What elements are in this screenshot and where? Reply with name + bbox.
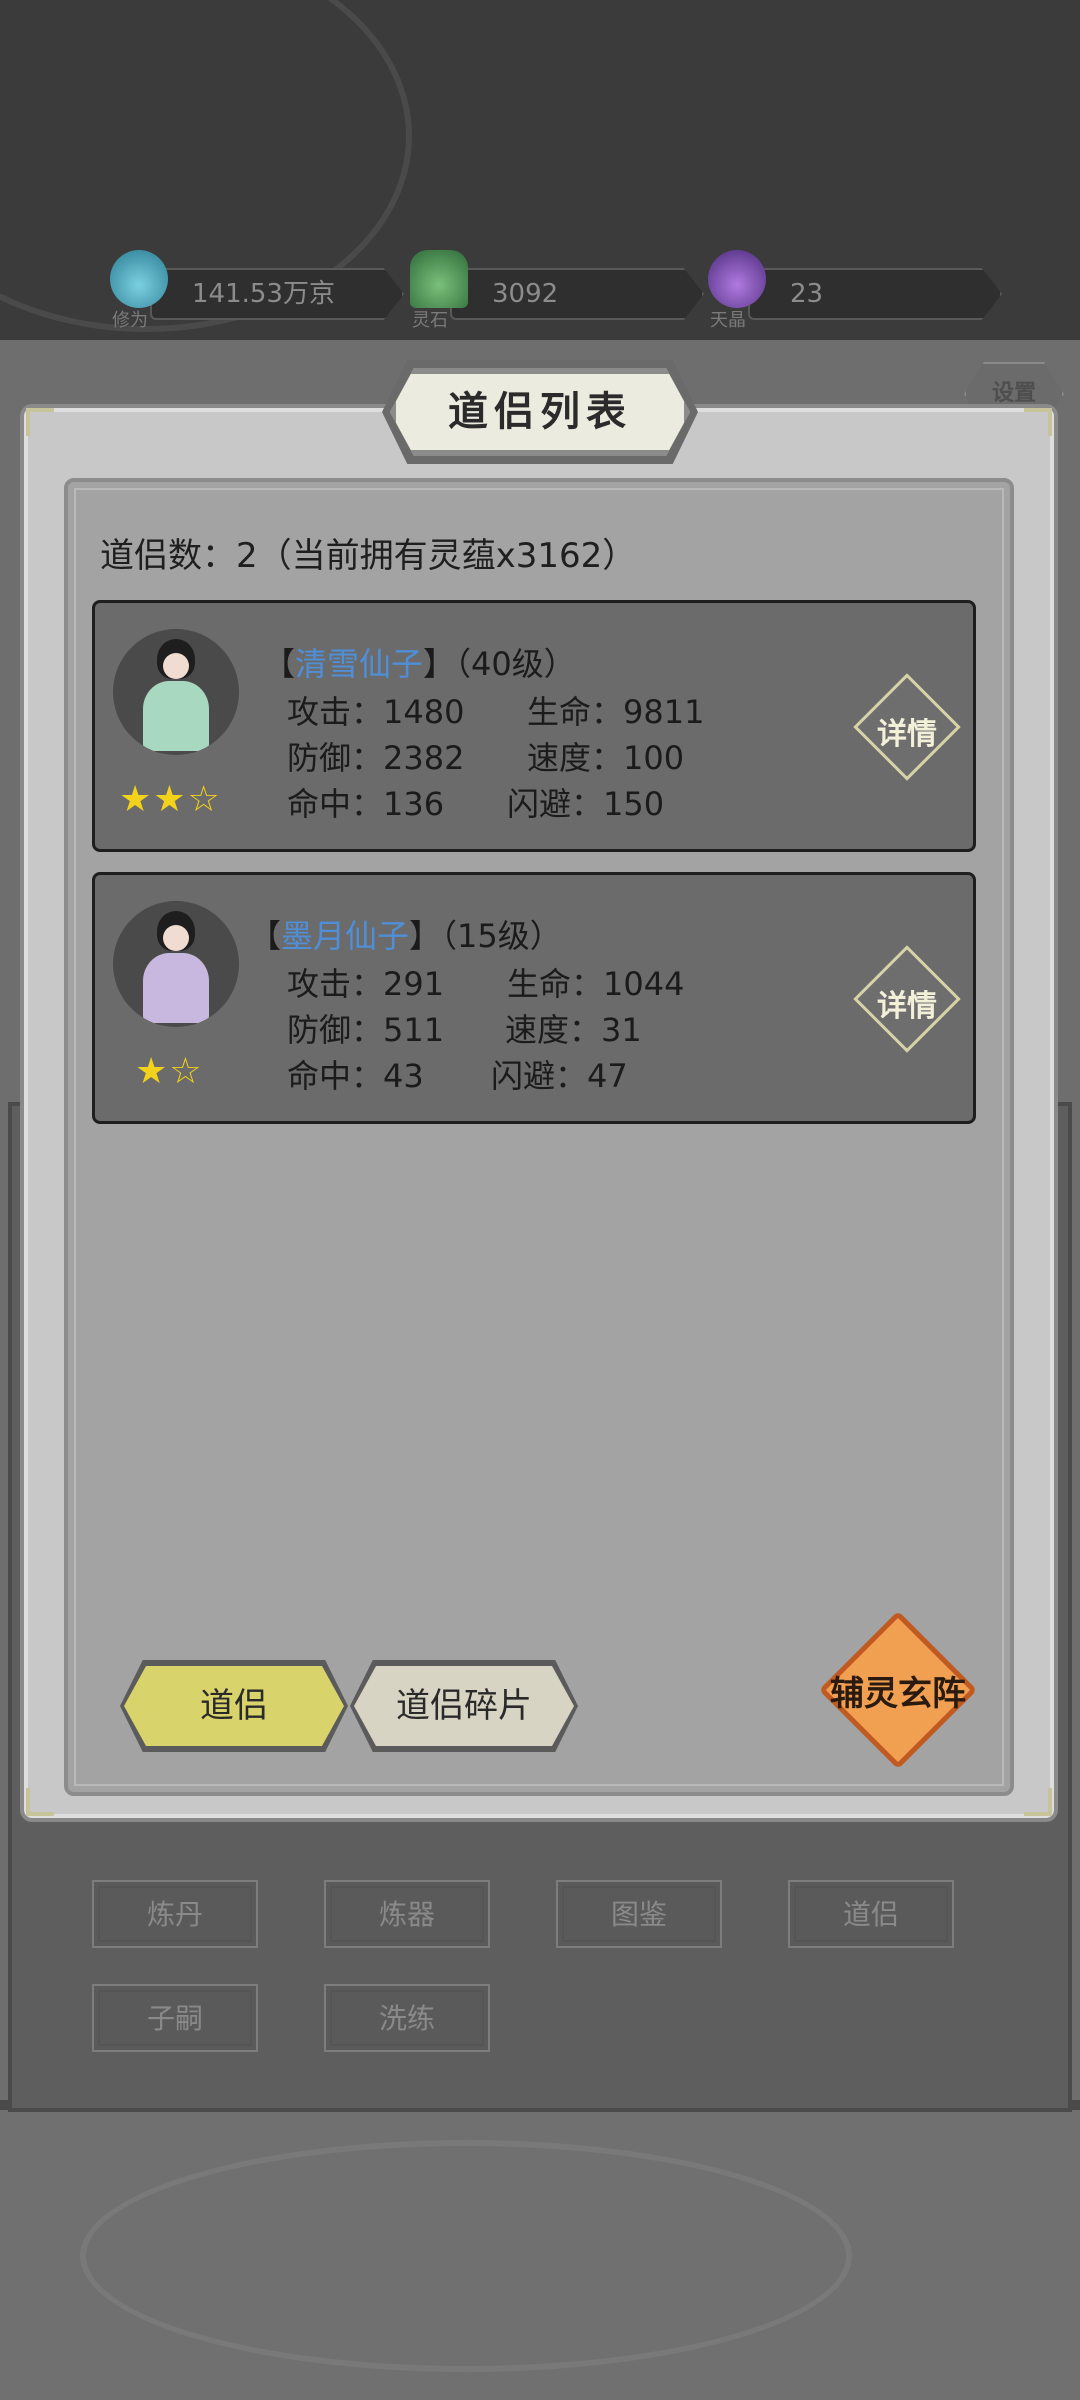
menu-offspring-button[interactable]: 子嗣 — [92, 1984, 258, 2052]
resource-spirit-stone: 3092 灵石 — [410, 250, 710, 331]
menu-forging-button[interactable]: 炼器 — [324, 1880, 490, 1948]
corner-ornament — [26, 408, 54, 436]
formation-label: 辅灵玄阵 — [830, 1674, 966, 1714]
resource-label: 天晶 — [710, 310, 746, 331]
corner-ornament — [26, 1788, 54, 1816]
name-bracket: 】 — [423, 645, 456, 683]
menu-codex-button[interactable]: 图鉴 — [556, 1880, 722, 1948]
cloud-decoration — [80, 2140, 852, 2372]
menu-companion-button[interactable]: 道侣 — [788, 1880, 954, 1948]
detail-button[interactable]: 详情 — [851, 671, 963, 783]
name-bracket: 【 — [263, 645, 296, 683]
corner-ornament — [1024, 408, 1052, 436]
companion-level: （40级） — [455, 645, 576, 683]
resource-sky-crystal: 23 天晶 — [708, 250, 1008, 331]
star-rating: ★★☆ — [119, 779, 222, 820]
stat-attack: 攻击：1480 — [287, 693, 465, 731]
resource-value: 3092 — [450, 268, 704, 320]
resource-cultivation: 141.53万京 修为 — [110, 250, 410, 331]
spirit-formation-button[interactable]: 辅灵玄阵 — [816, 1608, 980, 1772]
stat-defense: 防御：511 — [287, 1011, 445, 1049]
companion-card: ★☆ 【墨月仙子】（15级） 攻击：291 生命：1044 防御：511 速度：… — [92, 872, 976, 1124]
dialog-title: 道侣列表 — [390, 368, 690, 456]
resource-label: 灵石 — [412, 310, 448, 331]
resource-value: 141.53万京 — [150, 268, 404, 320]
stat-hp: 生命：9811 — [527, 693, 705, 731]
stat-speed: 速度：31 — [505, 1011, 642, 1049]
avatar-robe — [143, 681, 209, 751]
resource-label: 修为 — [112, 310, 148, 331]
companion-avatar — [113, 901, 239, 1027]
menu-refine-button[interactable]: 洗练 — [324, 1984, 490, 2052]
detail-button[interactable]: 详情 — [851, 943, 963, 1055]
stat-speed: 速度：100 — [527, 739, 685, 777]
companion-name-line: 【墨月仙子】（15级） — [249, 911, 562, 957]
avatar-face — [163, 653, 189, 679]
spirit-stone-icon — [410, 250, 468, 308]
companion-count: 道侣数：2（当前拥有灵蕴x3162） — [100, 536, 637, 576]
avatar-robe — [143, 953, 209, 1023]
stat-hit: 命中：43 — [287, 1057, 424, 1095]
detail-label: 详情 — [877, 717, 937, 752]
detail-label: 详情 — [877, 989, 937, 1024]
companion-name-line: 【清雪仙子】（40级） — [263, 639, 576, 685]
stat-defense: 防御：2382 — [287, 739, 465, 777]
tab-companion[interactable]: 道侣 — [124, 1666, 344, 1746]
star-rating: ★☆ — [135, 1051, 204, 1092]
companion-level: （15级） — [441, 917, 562, 955]
sky-crystal-icon — [708, 250, 766, 308]
companion-name[interactable]: 清雪仙子 — [295, 645, 423, 683]
corner-ornament — [1024, 1788, 1052, 1816]
companion-name[interactable]: 墨月仙子 — [281, 917, 409, 955]
resource-value: 23 — [748, 268, 1002, 320]
name-bracket: 【 — [249, 917, 282, 955]
menu-alchemy-button[interactable]: 炼丹 — [92, 1880, 258, 1948]
cultivation-flame-icon — [110, 250, 168, 308]
companion-avatar — [113, 629, 239, 755]
stat-hp: 生命：1044 — [507, 965, 685, 1003]
stat-hit: 命中：136 — [287, 785, 445, 823]
name-bracket: 】 — [409, 917, 442, 955]
stat-dodge: 闪避：150 — [507, 785, 665, 823]
stat-attack: 攻击：291 — [287, 965, 445, 1003]
companion-card: ★★☆ 【清雪仙子】（40级） 攻击：1480 生命：9811 防御：2382 … — [92, 600, 976, 852]
stat-dodge: 闪避：47 — [491, 1057, 628, 1095]
avatar-face — [163, 925, 189, 951]
tab-companion-fragments[interactable]: 道侣碎片 — [354, 1666, 574, 1746]
